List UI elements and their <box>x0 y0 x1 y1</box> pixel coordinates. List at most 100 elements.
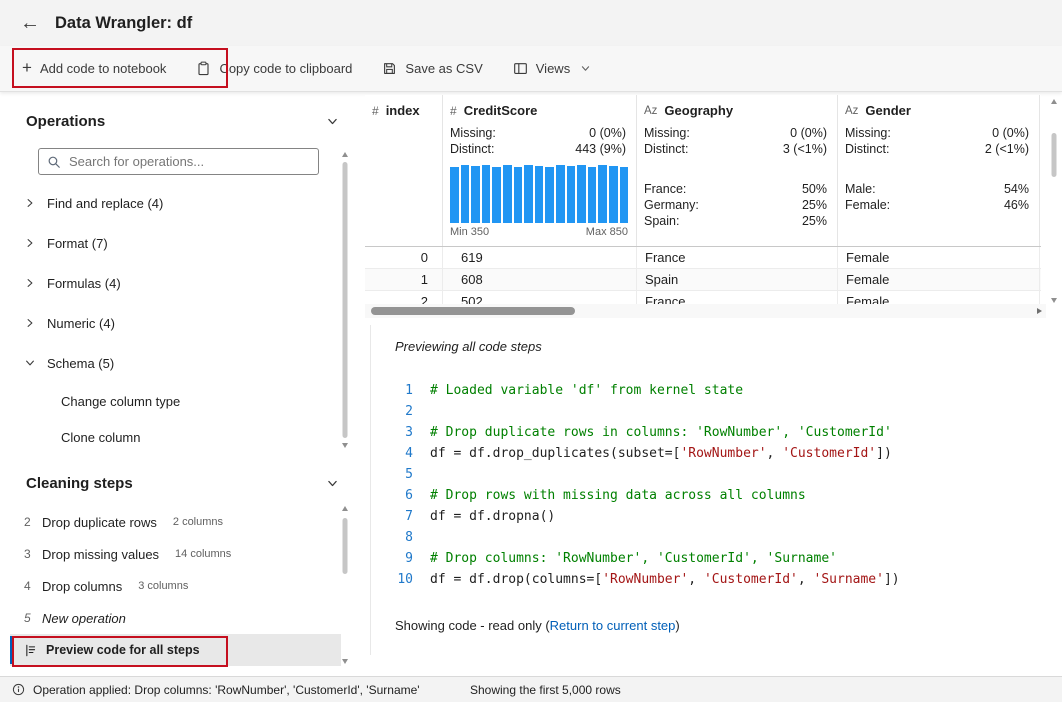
column-name-row: #CreditScore <box>443 100 636 123</box>
scroll-down-arrow[interactable] <box>1051 298 1057 303</box>
table-cell: Spain <box>637 269 838 290</box>
histogram-bar <box>620 167 629 223</box>
category-label: Germany: <box>644 198 699 212</box>
code-string-token: 'Surname' <box>814 572 884 587</box>
scroll-up-arrow[interactable] <box>1051 99 1057 104</box>
scroll-track[interactable] <box>339 514 351 656</box>
scroll-up-arrow[interactable] <box>342 506 348 511</box>
cleaning-steps-scrollbar[interactable] <box>339 506 351 664</box>
scroll-track[interactable] <box>339 160 351 440</box>
chevron-down-icon[interactable] <box>326 115 339 128</box>
info-icon <box>12 683 25 696</box>
column-header-geography[interactable]: AzGeographyMissing:0 (0%)Distinct:3 (<1%… <box>637 95 838 246</box>
histogram-bar <box>535 166 544 223</box>
scroll-thumb[interactable] <box>343 518 348 574</box>
code-line: 7df = df.dropna() <box>371 506 1046 527</box>
cleaning-steps-panel-header[interactable]: Cleaning steps <box>10 462 353 503</box>
copy-code-button[interactable]: Copy code to clipboard <box>196 61 352 76</box>
category-label: Female: <box>845 198 890 212</box>
code-string-token: 'CustomerId' <box>704 572 798 587</box>
operations-panel: Operations Find and replace (4)Format (7… <box>10 100 353 456</box>
operation-group-label: Numeric (4) <box>47 316 115 331</box>
add-code-button[interactable]: + Add code to notebook <box>22 61 166 76</box>
column-header-creditscore[interactable]: #CreditScoreMissing:0 (0%)Distinct:443 (… <box>443 95 637 246</box>
column-stats: Missing:0 (0%)Distinct:3 (<1%) <box>637 125 837 157</box>
code-line: 4df = df.drop_duplicates(subset=['RowNum… <box>371 443 1046 464</box>
column-name: Geography <box>664 103 733 118</box>
category-value: 46% <box>1004 198 1029 212</box>
operations-panel-header[interactable]: Operations <box>10 100 353 141</box>
save-csv-label: Save as CSV <box>405 61 482 76</box>
cleaning-step[interactable]: 3Drop missing values14 columns <box>10 538 341 570</box>
line-text: # Drop rows with missing data across all… <box>430 485 806 506</box>
operation-group[interactable]: Find and replace (4) <box>10 183 353 223</box>
code-code-token: , <box>688 572 704 587</box>
column-header-index[interactable]: #index <box>365 95 443 246</box>
cleaning-step[interactable]: 4Drop columns3 columns <box>10 570 341 602</box>
add-code-label: Add code to notebook <box>40 61 167 76</box>
chevron-down-icon <box>580 63 591 74</box>
back-button[interactable]: ← <box>20 13 40 33</box>
cleaning-step[interactable]: Preview code for all steps <box>10 634 341 666</box>
code-preview-panel: Previewing all code steps 1# Loaded vari… <box>370 325 1046 655</box>
step-number: 5 <box>24 611 33 625</box>
scroll-right-arrow[interactable] <box>1037 308 1042 314</box>
scroll-down-arrow[interactable] <box>342 659 348 664</box>
table-row[interactable]: 0619FranceFemale <box>365 247 1041 269</box>
column-header-gender[interactable]: AzGenderMissing:0 (0%)Distinct:2 (<1%)Ma… <box>838 95 1040 246</box>
grid-horizontal-scrollbar[interactable] <box>365 304 1046 318</box>
code-line: 3# Drop duplicate rows in columns: 'RowN… <box>371 422 1046 443</box>
code-code-token: df = df.drop(columns=[ <box>430 572 602 587</box>
scroll-track[interactable] <box>1047 107 1060 295</box>
search-input[interactable] <box>69 154 310 169</box>
code-line: 5 <box>371 464 1046 485</box>
chevron-down-icon[interactable] <box>326 477 339 490</box>
cleaning-step[interactable]: 5 New operation <box>10 602 341 634</box>
category-row: Female: 46% <box>838 197 1039 213</box>
return-to-current-step-link[interactable]: Return to current step <box>550 618 676 633</box>
operation-item[interactable]: Change column type <box>10 383 353 419</box>
code-code-token: df = df.drop_duplicates(subset=[ <box>430 446 680 461</box>
table-row[interactable]: 2502FranceFemale <box>365 291 1041 304</box>
operation-group[interactable]: Formulas (4) <box>10 263 353 303</box>
scroll-thumb[interactable] <box>343 162 348 438</box>
copy-code-label: Copy code to clipboard <box>219 61 352 76</box>
code-string-token: 'RowNumber' <box>680 446 766 461</box>
histogram-max-label: Max 850 <box>586 226 628 238</box>
scroll-down-arrow[interactable] <box>342 443 348 448</box>
search-box <box>38 148 319 175</box>
operation-item[interactable]: Clone column <box>10 419 353 455</box>
operation-group[interactable]: Format (7) <box>10 223 353 263</box>
operations-scrollbar[interactable] <box>339 152 351 448</box>
grid-vertical-scrollbar[interactable] <box>1047 95 1060 303</box>
stat-distinct: Distinct:2 (<1%) <box>838 141 1039 157</box>
views-dropdown[interactable]: Views <box>513 61 591 76</box>
chevron-down-icon <box>24 357 36 369</box>
stat-missing: Missing:0 (0%) <box>443 125 636 141</box>
table-cell: Female <box>838 247 1040 268</box>
stat-label: Distinct: <box>644 142 688 156</box>
search-icon <box>47 155 61 169</box>
step-label: Drop duplicate rows <box>42 515 157 530</box>
text-column-icon: Az <box>845 105 858 117</box>
code-editor[interactable]: 1# Loaded variable 'df' from kernel stat… <box>371 380 1046 590</box>
operation-group[interactable]: Numeric (4) <box>10 303 353 343</box>
hscroll-thumb[interactable] <box>371 307 575 315</box>
column-name-row: #index <box>365 100 442 123</box>
save-csv-button[interactable]: Save as CSV <box>382 61 482 76</box>
code-string-token: 'CustomerId' <box>782 446 876 461</box>
table-row[interactable]: 1608SpainFemale <box>365 269 1041 291</box>
stat-label: Distinct: <box>845 142 889 156</box>
histogram-bar <box>556 165 565 223</box>
operation-group[interactable]: Schema (5) <box>10 343 353 383</box>
column-stats: Missing:0 (0%)Distinct:443 (9%) <box>443 125 636 157</box>
code-line: 8 <box>371 527 1046 548</box>
cleaning-step[interactable]: 2Drop duplicate rows2 columns <box>10 506 341 538</box>
code-code-token: , <box>767 446 783 461</box>
grid-body: 0619FranceFemale1608SpainFemale2502Franc… <box>365 247 1041 304</box>
step-label: New operation <box>42 611 126 626</box>
numeric-column-icon: # <box>450 104 457 118</box>
scroll-thumb[interactable] <box>1051 133 1056 177</box>
category-value: 54% <box>1004 182 1029 196</box>
scroll-up-arrow[interactable] <box>342 152 348 157</box>
